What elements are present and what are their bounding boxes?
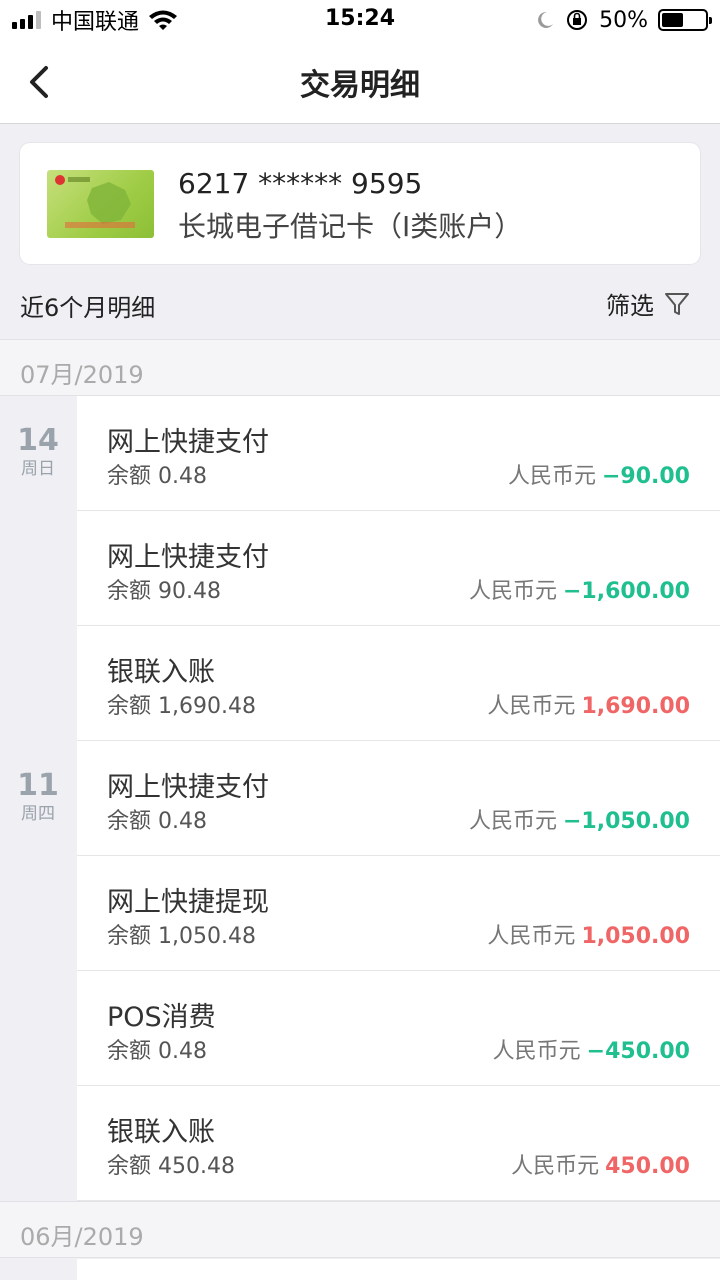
transaction-balance: 余额 0.48 bbox=[107, 464, 207, 489]
transaction-amount-line: 人民币元 450.00 bbox=[511, 1148, 690, 1180]
card-image bbox=[47, 170, 154, 238]
transaction-balance: 余额 1,050.48 bbox=[107, 924, 256, 949]
transaction-row[interactable]: 网上快捷支付 余额 0.48 人民币元 −1,050.00 bbox=[77, 741, 720, 856]
moon-icon bbox=[538, 11, 554, 28]
transaction-currency: 人民币元 bbox=[492, 1039, 581, 1064]
transaction-row[interactable]: POS消费 余额 0.48 人民币元 −450.00 bbox=[77, 971, 720, 1086]
day-weekday: 周日 bbox=[21, 459, 55, 479]
transaction-balance: 余额 450.48 bbox=[107, 1154, 235, 1179]
month-header: 06月/2019 bbox=[0, 1201, 720, 1258]
transaction-title: 银联入账 bbox=[107, 657, 215, 688]
transaction-row[interactable]: 网上快捷支付 余额 90.48 人民币元 −1,600.00 bbox=[77, 511, 720, 626]
rotation-lock-icon bbox=[567, 10, 588, 30]
battery-percent: 50% bbox=[599, 7, 648, 33]
card-art-icon bbox=[55, 175, 135, 228]
card-number: 6217 ****** 9595 bbox=[178, 167, 423, 200]
transaction-balance: 余额 0.48 bbox=[107, 1039, 207, 1064]
account-card[interactable]: 6217 ****** 9595 长城电子借记卡（I类账户） bbox=[20, 143, 700, 264]
transaction-row[interactable]: 网上快捷提现 余额 1,050.48 人民币元 1,050.00 bbox=[77, 856, 720, 971]
battery-fill bbox=[662, 13, 683, 27]
transaction-balance: 余额 90.48 bbox=[107, 579, 221, 604]
transaction-amount: 450.00 bbox=[605, 1154, 690, 1179]
transaction-row[interactable]: 银联入账 余额 1,690.48 人民币元 1,690.00 bbox=[77, 626, 720, 741]
transaction-title: 网上快捷支付 bbox=[107, 427, 269, 458]
transaction-currency: 人民币元 bbox=[511, 1154, 600, 1179]
filter-button[interactable]: 筛选 bbox=[606, 286, 690, 321]
transaction-balance: 余额 0.48 bbox=[107, 809, 207, 834]
transaction-currency: 人民币元 bbox=[487, 924, 576, 949]
transaction-amount: −1,050.00 bbox=[563, 809, 690, 834]
transaction-amount-line: 人民币元 1,690.00 bbox=[487, 688, 690, 720]
month-header: 07月/2019 bbox=[0, 339, 720, 396]
transaction-amount: −450.00 bbox=[586, 1039, 690, 1064]
transaction-list: 14 周日 11 周四 网上快捷支付 余额 0.48 人民币元 −90.00 网上… bbox=[0, 396, 720, 1201]
transaction-amount: 1,690.00 bbox=[581, 694, 690, 719]
day-marker: 11 周四 bbox=[0, 769, 76, 825]
nav-bar: 交易明细 bbox=[0, 40, 720, 124]
status-bar: 中国联通 15:24 50% bbox=[0, 0, 720, 40]
transaction-title: 网上快捷支付 bbox=[107, 772, 269, 803]
transaction-title: 银联入账 bbox=[107, 1117, 215, 1148]
transaction-amount-line: 人民币元 −1,600.00 bbox=[469, 573, 690, 605]
day-number: 14 bbox=[17, 423, 59, 458]
transaction-currency: 人民币元 bbox=[487, 694, 576, 719]
transaction-amount-line: 人民币元 1,050.00 bbox=[487, 918, 690, 950]
transaction-amount: 1,050.00 bbox=[581, 924, 690, 949]
transaction-amount-line: 人民币元 −450.00 bbox=[493, 1033, 690, 1065]
day-marker: 14 周日 bbox=[0, 424, 76, 480]
transaction-row[interactable]: 银联入账 余额 450.48 人民币元 450.00 bbox=[77, 1086, 720, 1201]
funnel-icon bbox=[665, 292, 689, 315]
transaction-amount-line: 人民币元 −1,050.00 bbox=[469, 803, 690, 835]
day-number: 11 bbox=[17, 768, 59, 803]
transaction-balance: 余额 1,690.48 bbox=[107, 694, 256, 719]
transaction-row[interactable] bbox=[77, 1259, 720, 1280]
month-label: 06月/2019 bbox=[20, 1223, 144, 1251]
transaction-currency: 人民币元 bbox=[468, 579, 557, 604]
status-right: 50% bbox=[535, 6, 712, 34]
card-name: 长城电子借记卡（I类账户） bbox=[178, 210, 523, 243]
transaction-currency: 人民币元 bbox=[507, 464, 596, 489]
transaction-amount: −1,600.00 bbox=[563, 579, 690, 604]
filter-label: 筛选 bbox=[606, 292, 654, 320]
period-row: 近6个月明细 筛选 bbox=[0, 264, 720, 340]
transaction-title: 网上快捷提现 bbox=[107, 887, 269, 918]
transaction-amount: −90.00 bbox=[601, 464, 690, 489]
transaction-title: POS消费 bbox=[107, 1002, 216, 1033]
transaction-amount-line: 人民币元 −90.00 bbox=[508, 458, 690, 490]
day-weekday: 周四 bbox=[21, 804, 55, 824]
transaction-title: 网上快捷支付 bbox=[107, 542, 269, 573]
month-label: 07月/2019 bbox=[20, 361, 144, 389]
page-title: 交易明细 bbox=[300, 68, 420, 103]
period-label: 近6个月明细 bbox=[20, 294, 156, 322]
transaction-currency: 人民币元 bbox=[468, 809, 557, 834]
battery-icon bbox=[658, 9, 712, 31]
transaction-row[interactable]: 网上快捷支付 余额 0.48 人民币元 −90.00 bbox=[77, 396, 720, 511]
